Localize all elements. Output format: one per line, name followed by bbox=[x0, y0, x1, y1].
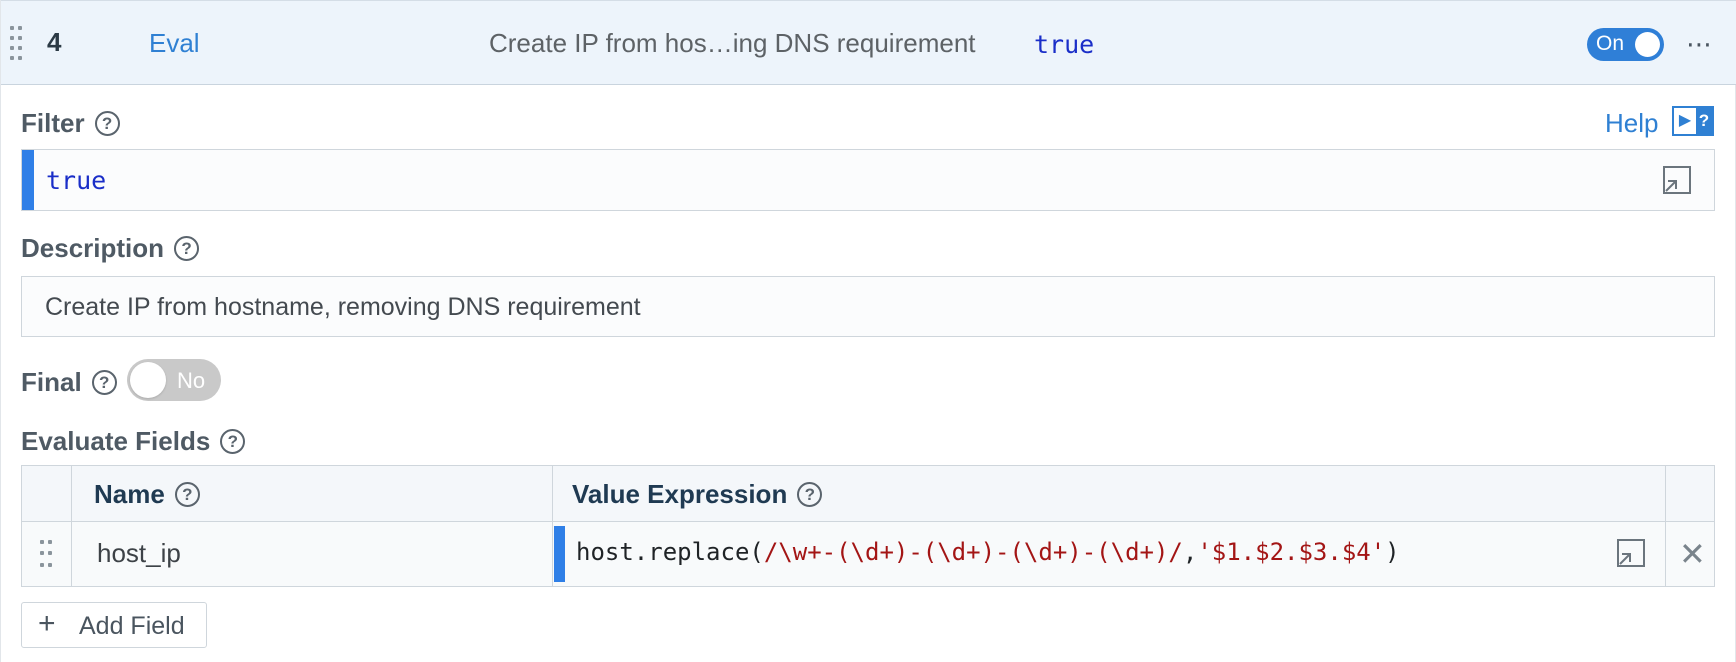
expr-regex: /\w+-(\d+)-(\d+)-(\d+)-(\d+)/ bbox=[763, 538, 1183, 566]
toggle-label: On bbox=[1596, 32, 1625, 55]
table-header-row: Name? Value Expression? bbox=[22, 466, 1714, 522]
column-header-name: Name? bbox=[94, 479, 200, 510]
function-description-summary: Create IP from hos…ing DNS requirement bbox=[489, 28, 976, 58]
help-panel-icon[interactable]: ▶ ? bbox=[1672, 106, 1714, 136]
function-enabled-toggle[interactable]: On bbox=[1587, 28, 1664, 61]
final-label-text: Final bbox=[21, 367, 82, 397]
field-name-input[interactable]: host_ip bbox=[97, 538, 181, 569]
toggle-knob bbox=[130, 362, 166, 398]
evaluate-fields-label: Evaluate Fields? bbox=[21, 426, 246, 457]
final-label: Final? bbox=[21, 367, 117, 398]
add-field-label: Add Field bbox=[79, 612, 185, 640]
more-options-icon[interactable]: ⋯ bbox=[1686, 29, 1713, 60]
evaluate-fields-table: Name? Value Expression? host_ip host.rep… bbox=[21, 465, 1715, 587]
drag-handle-icon[interactable] bbox=[10, 26, 24, 62]
expr-function: host.replace( bbox=[576, 538, 764, 566]
expr-comma: , bbox=[1182, 538, 1198, 566]
column-divider bbox=[552, 466, 553, 586]
help-circle-icon[interactable]: ? bbox=[174, 235, 200, 261]
toggle-label: No bbox=[177, 368, 206, 393]
filter-label-text: Filter bbox=[21, 108, 85, 138]
play-icon: ▶ bbox=[1674, 108, 1696, 134]
value-expression-input[interactable]: host.replace(/\w+-(\d+)-(\d+)-(\d+)-(\d+… bbox=[576, 538, 1400, 566]
remove-row-icon[interactable]: ✕ bbox=[1679, 538, 1706, 570]
description-label-text: Description bbox=[21, 233, 165, 263]
filter-input[interactable]: true bbox=[21, 149, 1715, 211]
description-label: Description? bbox=[21, 233, 200, 264]
description-input[interactable]: Create IP from hostname, removing DNS re… bbox=[21, 276, 1715, 337]
column-header-label: Name bbox=[94, 479, 165, 509]
expand-editor-icon[interactable] bbox=[1616, 538, 1646, 568]
column-divider bbox=[1665, 466, 1666, 586]
column-divider bbox=[71, 466, 72, 586]
function-filter-summary: true bbox=[1034, 30, 1095, 59]
function-panel: 4 Eval Create IP from hos…ing DNS requir… bbox=[0, 0, 1736, 662]
function-name[interactable]: Eval bbox=[149, 28, 200, 59]
description-value: Create IP from hostname, removing DNS re… bbox=[45, 293, 641, 321]
help-circle-icon[interactable]: ? bbox=[94, 110, 120, 136]
help-circle-icon[interactable]: ? bbox=[91, 369, 117, 395]
input-accent-bar bbox=[554, 526, 565, 582]
column-header-value-expression: Value Expression? bbox=[572, 479, 823, 510]
row-drag-handle-icon[interactable] bbox=[40, 540, 52, 570]
function-index: 4 bbox=[47, 27, 62, 57]
help-link[interactable]: Help bbox=[1605, 108, 1658, 139]
help-circle-icon[interactable]: ? bbox=[174, 481, 200, 507]
toggle-knob bbox=[1635, 32, 1660, 57]
help-circle-icon[interactable]: ? bbox=[797, 481, 823, 507]
filter-label: Filter? bbox=[21, 108, 120, 139]
table-row: host_ip host.replace(/\w+-(\d+)-(\d+)-(\… bbox=[22, 522, 1714, 586]
evaluate-fields-label-text: Evaluate Fields bbox=[21, 426, 211, 456]
function-header-row[interactable]: 4 Eval Create IP from hos…ing DNS requir… bbox=[1, 0, 1736, 85]
column-header-label: Value Expression bbox=[572, 479, 788, 509]
expr-string: '$1.$2.$3.$4' bbox=[1197, 538, 1386, 566]
expr-close: ) bbox=[1385, 538, 1400, 566]
help-circle-icon[interactable]: ? bbox=[220, 428, 246, 454]
expand-editor-icon[interactable] bbox=[1662, 165, 1692, 195]
question-icon: ? bbox=[1696, 108, 1712, 134]
input-accent-bar bbox=[22, 150, 34, 210]
final-toggle[interactable]: No bbox=[127, 359, 221, 401]
add-field-button[interactable]: + Add Field bbox=[21, 602, 207, 648]
filter-value: true bbox=[46, 166, 107, 195]
plus-icon: + bbox=[38, 607, 56, 640]
